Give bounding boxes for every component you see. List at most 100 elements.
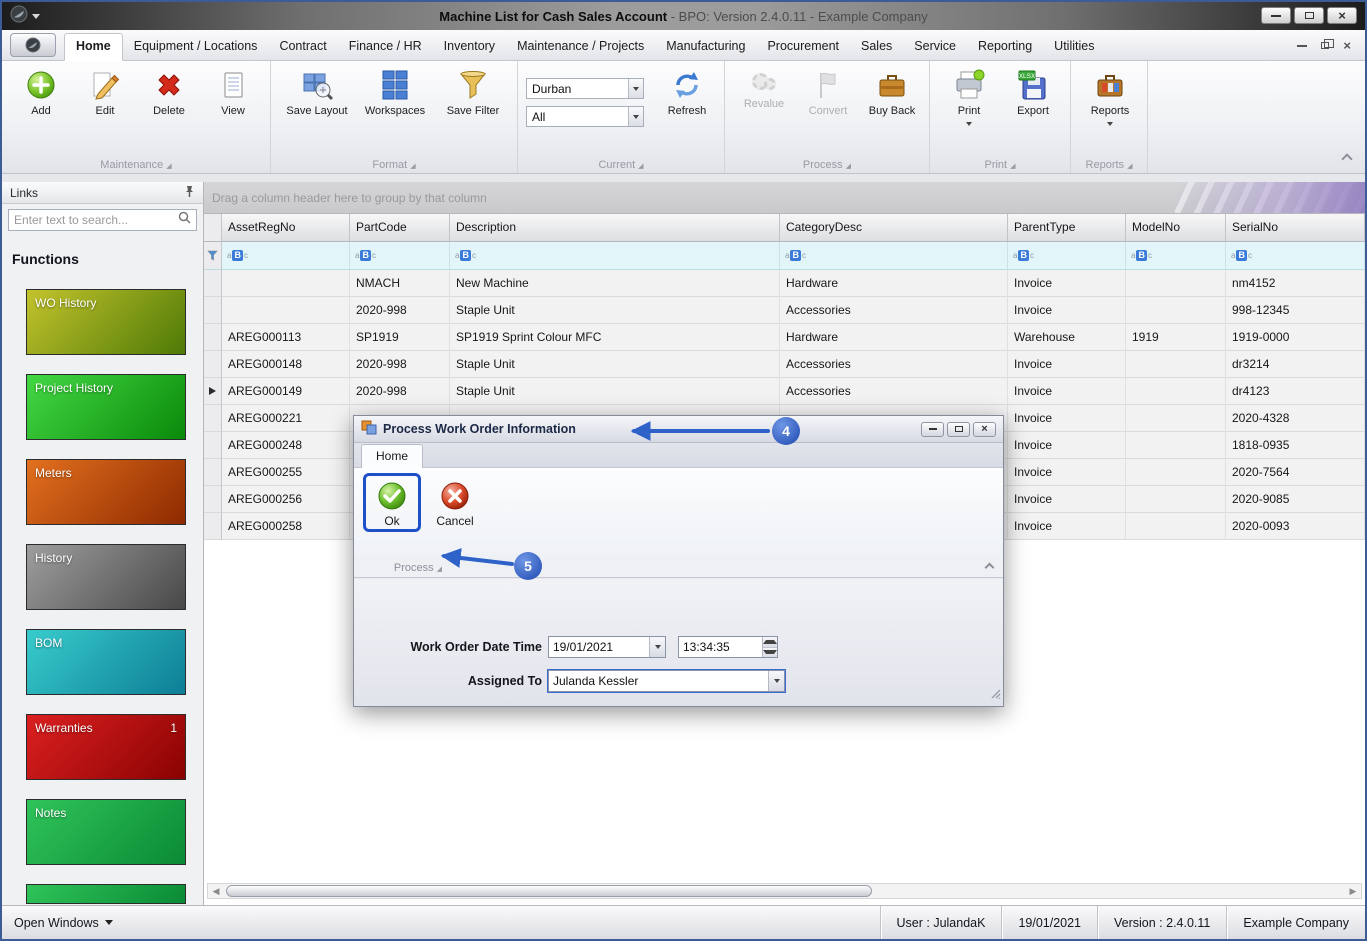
cell[interactable]: 2020-998 (350, 378, 450, 405)
dialog-ribbon-collapse-icon[interactable] (984, 562, 995, 573)
cell[interactable]: 1919-0000 (1226, 324, 1365, 351)
mdi-minimize-icon[interactable] (1297, 44, 1308, 47)
reports-button[interactable]: Reports (1079, 66, 1141, 126)
cell[interactable]: dr3214 (1226, 351, 1365, 378)
cell[interactable]: AREG000255 (222, 459, 350, 486)
tab-inventory[interactable]: Inventory (433, 34, 506, 60)
cell[interactable]: Invoice (1008, 270, 1126, 297)
open-windows-button[interactable]: Open Windows (2, 916, 113, 930)
cell[interactable]: AREG000149 (222, 378, 350, 405)
filter-type-icon[interactable]: aBc (1131, 250, 1152, 261)
cell[interactable] (1126, 270, 1226, 297)
cell[interactable]: AREG000221 (222, 405, 350, 432)
cell[interactable]: New Machine (450, 270, 780, 297)
tab-utilities[interactable]: Utilities (1043, 34, 1105, 60)
cell[interactable]: Invoice (1008, 378, 1126, 405)
date-input[interactable] (549, 637, 649, 657)
group-dialog-launcher-icon[interactable]: ◢ (166, 163, 171, 170)
filter-cell-description[interactable]: aBc (450, 242, 780, 270)
cell[interactable]: SP1919 Sprint Colour MFC (450, 324, 780, 351)
dialog-maximize-button[interactable] (947, 421, 970, 437)
function-tile-history[interactable]: History (26, 544, 186, 610)
time-input[interactable] (679, 637, 762, 657)
work-order-date-picker[interactable] (548, 636, 666, 658)
reports-menu-caret-icon[interactable] (1107, 121, 1113, 126)
tab-home[interactable]: Home (64, 33, 123, 61)
cell[interactable]: 1818-0935 (1226, 432, 1365, 459)
tab-procurement[interactable]: Procurement (756, 34, 850, 60)
filter-type-icon[interactable]: aBc (785, 250, 806, 261)
pin-icon[interactable] (184, 185, 195, 201)
cell[interactable]: 2020-0093 (1226, 513, 1365, 540)
work-order-time-spinner[interactable] (678, 636, 778, 658)
search-input[interactable] (14, 213, 178, 227)
function-tile-bom[interactable]: BOM (26, 629, 186, 695)
assigned-to-dropdown[interactable] (547, 669, 786, 693)
tab-manufacturing[interactable]: Manufacturing (655, 34, 756, 60)
cell[interactable]: Staple Unit (450, 297, 780, 324)
sidebar-search-box[interactable] (8, 209, 197, 231)
cell[interactable] (222, 297, 350, 324)
cell[interactable]: AREG000148 (222, 351, 350, 378)
tab-service[interactable]: Service (903, 34, 967, 60)
cell[interactable] (1126, 459, 1226, 486)
mdi-restore-icon[interactable] (1321, 39, 1335, 49)
workspaces-button[interactable]: Workspaces (357, 66, 433, 118)
maximize-button[interactable] (1294, 7, 1324, 24)
column-header-modelno[interactable]: ModelNo (1126, 214, 1226, 242)
assigned-dropdown-caret-icon[interactable] (768, 671, 784, 691)
cell[interactable]: Invoice (1008, 351, 1126, 378)
filter-type-icon[interactable]: aBc (455, 250, 476, 261)
buy-back-button[interactable]: Buy Back (861, 66, 923, 118)
cell[interactable]: 998-12345 (1226, 297, 1365, 324)
cell[interactable]: Hardware (780, 324, 1008, 351)
filter-cell-assetregno[interactable]: aBc (222, 242, 350, 270)
cell[interactable]: AREG000258 (222, 513, 350, 540)
filter-type-icon[interactable]: aBc (355, 250, 376, 261)
cell[interactable]: 2020-998 (350, 297, 450, 324)
cell[interactable]: AREG000113 (222, 324, 350, 351)
cell[interactable]: Warehouse (1008, 324, 1126, 351)
cell[interactable]: SP1919 (350, 324, 450, 351)
column-header-partcode[interactable]: PartCode (350, 214, 450, 242)
function-tile-wo-history[interactable]: WO History (26, 289, 186, 355)
tab-finance-hr[interactable]: Finance / HR (338, 34, 433, 60)
column-header-serialno[interactable]: SerialNo (1226, 214, 1365, 242)
view-button[interactable]: View (202, 66, 264, 118)
group-dialog-launcher-icon[interactable]: ◢ (1010, 163, 1015, 170)
cell[interactable]: 2020-998 (350, 351, 450, 378)
cell[interactable]: Invoice (1008, 432, 1126, 459)
mdi-close-icon[interactable]: × (1343, 39, 1351, 52)
refresh-button[interactable]: Refresh (656, 66, 718, 118)
scroll-right-icon[interactable]: ▶ (1345, 884, 1361, 898)
cell[interactable]: Invoice (1008, 405, 1126, 432)
add-button[interactable]: Add (10, 66, 72, 118)
dropdown-caret-icon[interactable] (628, 107, 643, 126)
cell[interactable]: AREG000256 (222, 486, 350, 513)
group-dialog-launcher-icon[interactable]: ◢ (638, 163, 643, 170)
filter-type-icon[interactable]: aBc (1231, 250, 1252, 261)
dialog-title-bar[interactable]: Process Work Order Information × (354, 416, 1003, 443)
cell[interactable]: dr4123 (1226, 378, 1365, 405)
date-dropdown-caret-icon[interactable] (649, 637, 665, 657)
cell[interactable]: AREG000248 (222, 432, 350, 459)
cell[interactable]: Hardware (780, 270, 1008, 297)
site-dropdown[interactable]: Durban (526, 78, 644, 99)
column-header-categorydesc[interactable]: CategoryDesc (780, 214, 1008, 242)
dropdown-caret-icon[interactable] (628, 79, 643, 98)
filter-cell-modelno[interactable]: aBc (1126, 242, 1226, 270)
time-spin-down-icon[interactable] (763, 646, 777, 657)
scroll-left-icon[interactable]: ◀ (208, 884, 224, 898)
filter-cell-partcode[interactable]: aBc (350, 242, 450, 270)
close-button[interactable]: × (1327, 7, 1357, 24)
assigned-to-input[interactable] (549, 671, 768, 691)
save-layout-button[interactable]: Save Layout (279, 66, 355, 118)
tab-reporting[interactable]: Reporting (967, 34, 1043, 60)
column-header-assetregno[interactable]: AssetRegNo (222, 214, 350, 242)
function-tile-meters[interactable]: Meters (26, 459, 186, 525)
cell[interactable] (1126, 486, 1226, 513)
cell[interactable]: Accessories (780, 378, 1008, 405)
function-tile-notes[interactable]: Notes (26, 799, 186, 865)
cell[interactable] (1126, 432, 1226, 459)
save-filter-button[interactable]: Save Filter (435, 66, 511, 118)
